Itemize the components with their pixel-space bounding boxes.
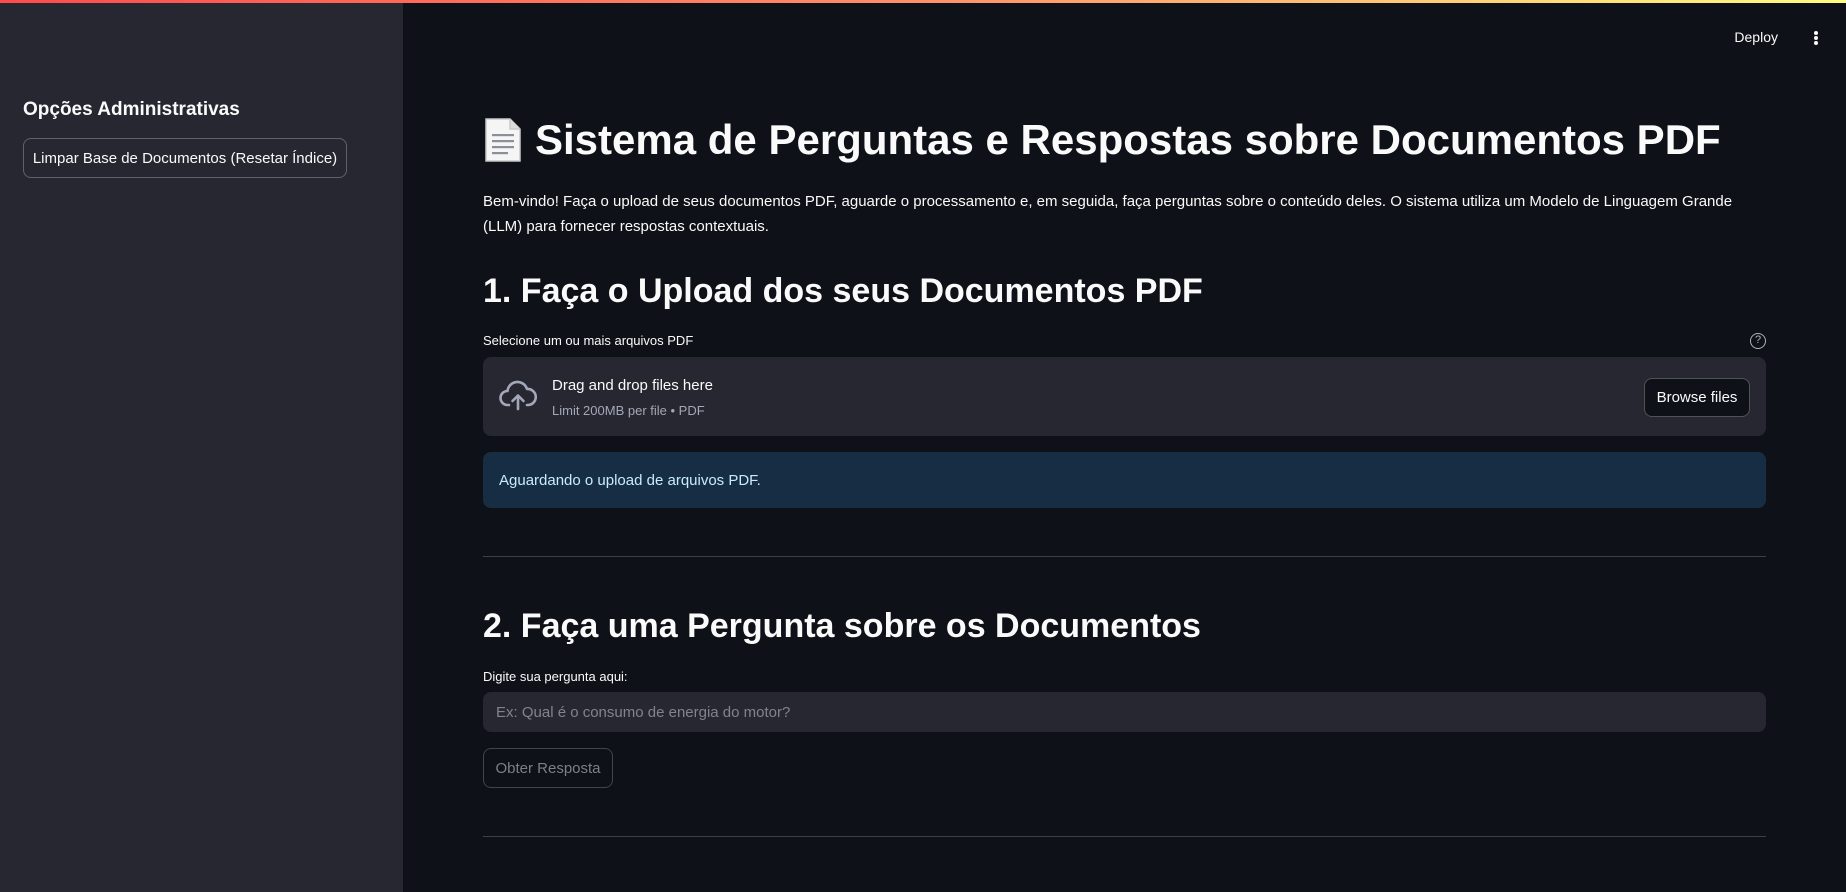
get-answer-button[interactable]: Obter Resposta — [483, 748, 613, 788]
deploy-button[interactable]: Deploy — [1734, 29, 1778, 45]
page-title: Sistema de Perguntas e Respostas sobre D… — [483, 116, 1721, 164]
question-input[interactable] — [483, 692, 1766, 732]
sidebar: Opções Administrativas Limpar Base de Do… — [0, 0, 403, 892]
vertical-dots-icon[interactable] — [1810, 28, 1822, 48]
upload-field-label: Selecione um ou mais arquivos PDF — [483, 333, 694, 348]
upload-section-title: 1. Faça o Upload dos seus Documentos PDF — [483, 272, 1203, 310]
document-icon — [483, 117, 523, 163]
question-circle-icon[interactable]: ? — [1750, 333, 1766, 349]
question-field-label: Digite sua pergunta aqui: — [483, 669, 628, 684]
upload-info-alert: Aguardando o upload de arquivos PDF. — [483, 452, 1766, 508]
bottom-divider — [483, 836, 1766, 837]
browse-files-button[interactable]: Browse files — [1644, 378, 1750, 417]
file-dropzone[interactable]: Drag and drop files here Limit 200MB per… — [483, 357, 1766, 436]
cloud-upload-icon — [499, 379, 538, 413]
sidebar-header: Opções Administrativas — [23, 99, 240, 120]
question-section-title: 2. Faça uma Pergunta sobre os Documentos — [483, 607, 1201, 645]
dropzone-title: Drag and drop files here — [552, 377, 713, 394]
reset-index-button[interactable]: Limpar Base de Documentos (Resetar Índic… — [23, 138, 347, 178]
page-title-text: Sistema de Perguntas e Respostas sobre D… — [535, 116, 1721, 163]
intro-text: Bem-vindo! Faça o upload de seus documen… — [483, 193, 1733, 235]
top-decoration-bar — [0, 0, 1846, 3]
dropzone-subtitle: Limit 200MB per file • PDF — [552, 403, 705, 418]
main-area: Deploy Sistema de Perguntas e Respostas … — [403, 0, 1846, 892]
section-divider — [483, 556, 1766, 557]
